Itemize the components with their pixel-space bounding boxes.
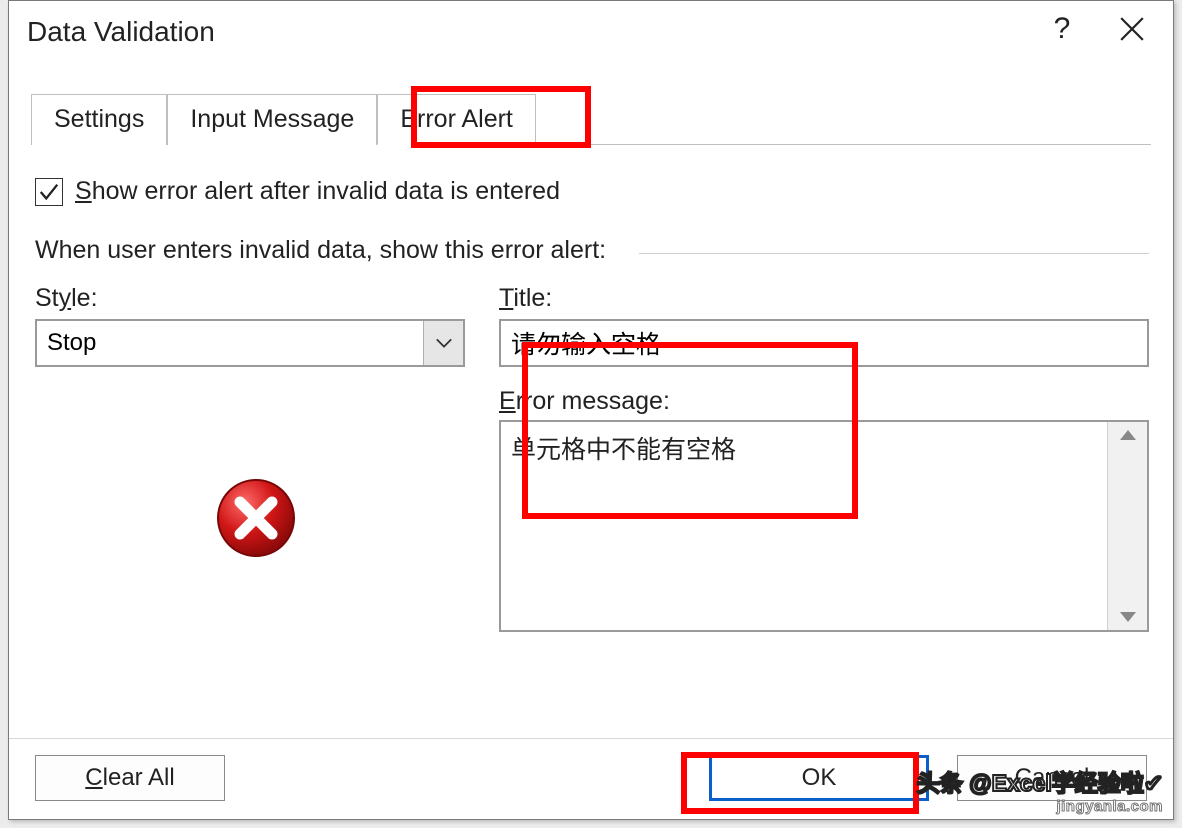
ok-button[interactable]: OK [709, 755, 929, 801]
error-message-value: 单元格中不能有空格 [501, 422, 1107, 630]
chevron-down-icon [435, 337, 453, 349]
help-button[interactable]: ? [1027, 3, 1097, 55]
style-preview-icon [215, 477, 297, 559]
tab-row: Settings Input Message Error Alert [31, 93, 1151, 145]
error-message-textarea[interactable]: 单元格中不能有空格 [499, 420, 1149, 632]
tab-error-alert[interactable]: Error Alert [377, 94, 536, 145]
dialog-title: Data Validation [27, 16, 1027, 48]
cancel-button[interactable]: Cancel [957, 755, 1147, 801]
scroll-up-button[interactable] [1120, 430, 1136, 440]
tab-input-message[interactable]: Input Message [167, 94, 377, 145]
textarea-scrollbar[interactable] [1107, 422, 1147, 630]
show-error-alert-label: Show error alert after invalid data is e… [75, 177, 560, 206]
stop-error-icon [215, 477, 297, 559]
style-value: Stop [37, 321, 423, 365]
title-input[interactable]: 请勿输入空格 [499, 319, 1149, 367]
content-area: Show error alert after invalid data is e… [9, 145, 1173, 632]
tab-settings[interactable]: Settings [31, 94, 167, 145]
titlebar: Data Validation ? [9, 1, 1173, 63]
checkmark-icon [38, 181, 60, 203]
style-dropdown[interactable]: Stop [35, 319, 465, 367]
close-icon [1119, 16, 1145, 42]
section-heading: When user enters invalid data, show this… [35, 236, 1149, 265]
clear-all-button[interactable]: Clear All [35, 755, 225, 801]
data-validation-dialog: Data Validation ? Settings Input Message… [8, 0, 1174, 820]
close-button[interactable] [1097, 3, 1167, 55]
style-dropdown-button[interactable] [423, 321, 463, 365]
title-label: Title: [499, 284, 1149, 313]
scroll-down-button[interactable] [1120, 612, 1136, 622]
style-label: Style: [35, 284, 465, 313]
divider [639, 253, 1149, 254]
dialog-footer: Clear All OK Cancel [9, 738, 1173, 819]
error-message-label: Error message: [499, 387, 1149, 416]
show-error-alert-checkbox[interactable] [35, 178, 63, 206]
